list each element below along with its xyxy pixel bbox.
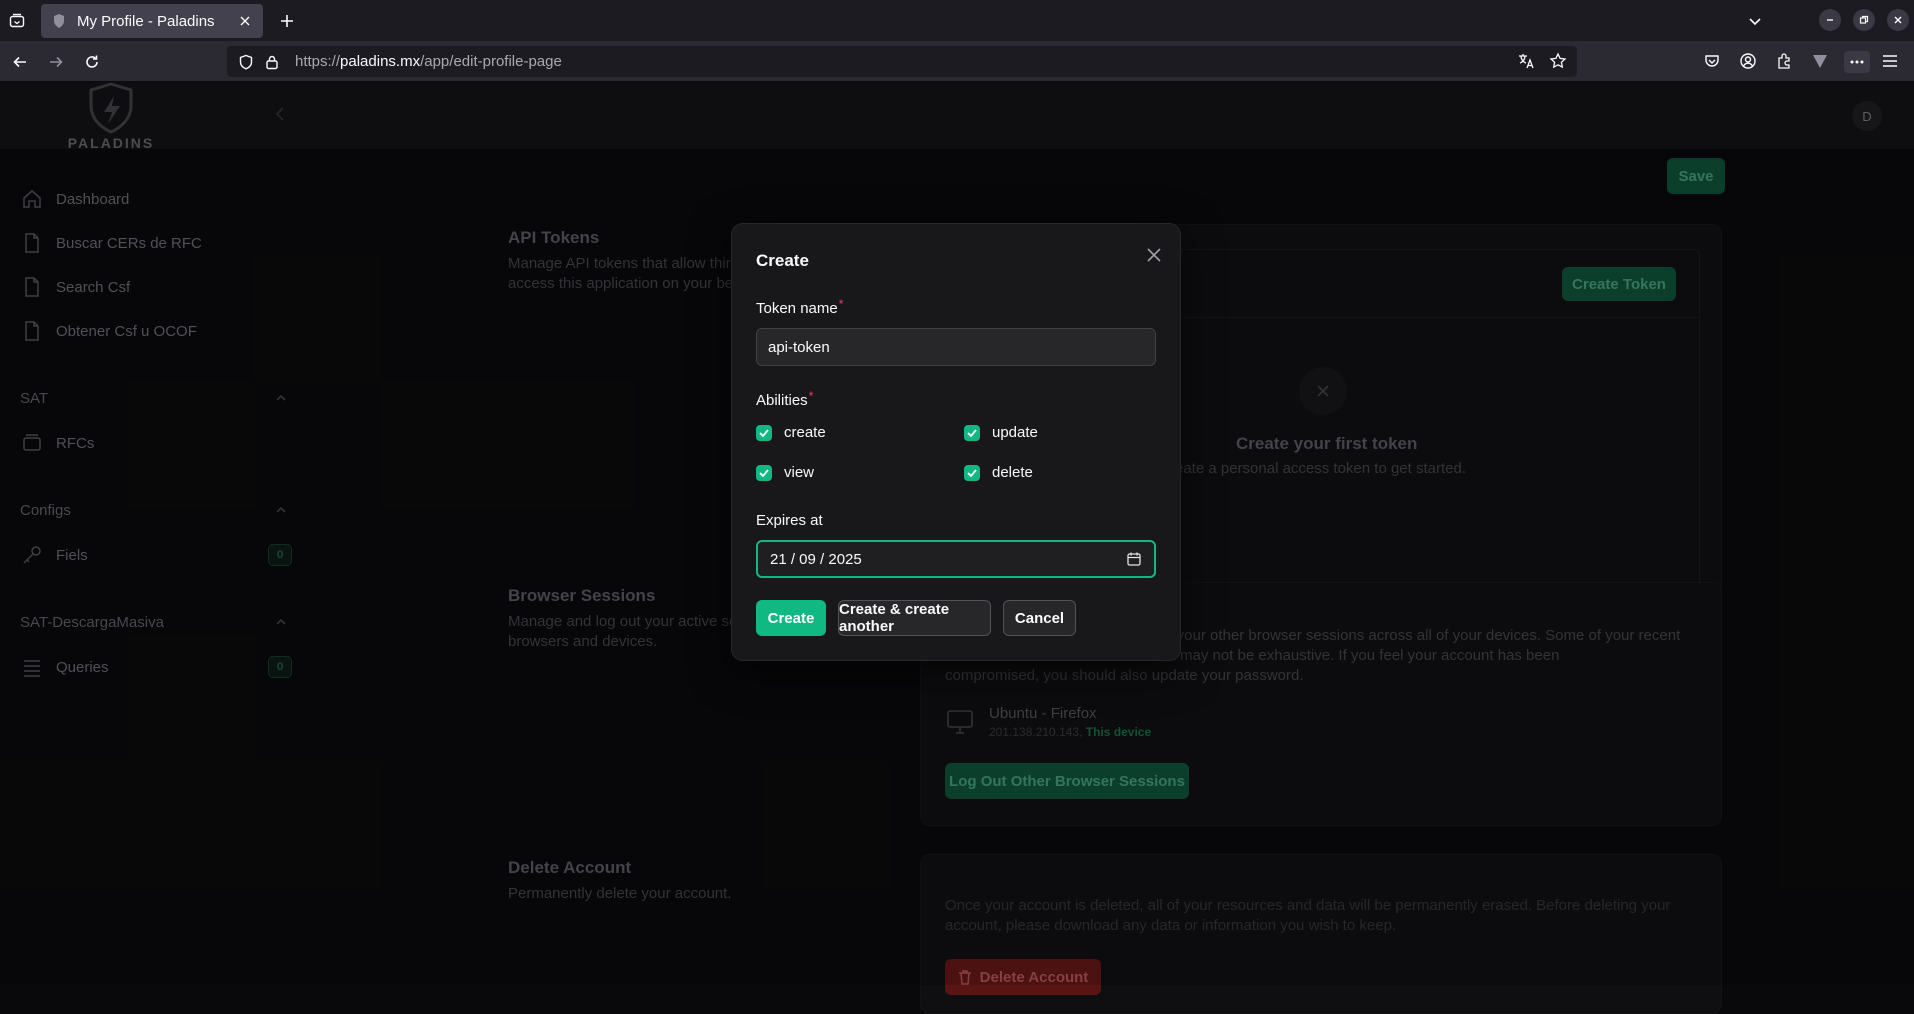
calendar-icon[interactable] <box>1126 551 1142 567</box>
translate-icon[interactable] <box>1517 52 1535 70</box>
overflow-menu-icon[interactable] <box>1844 51 1870 73</box>
create-token-modal: Create Token name* Abilities* create upd… <box>731 223 1181 661</box>
browser-tab-active[interactable]: My Profile - Paladins <box>41 4 263 38</box>
lock-icon[interactable] <box>263 53 281 71</box>
account-icon[interactable] <box>1738 51 1758 71</box>
checkbox-checked-icon <box>756 424 772 441</box>
address-bar[interactable]: https://paladins.mx/app/edit-profile-pag… <box>227 46 1577 77</box>
create-and-create-another-button[interactable]: Create & create another <box>838 600 991 636</box>
tab-title: My Profile - Paladins <box>77 12 215 30</box>
ability-create-checkbox[interactable]: create <box>756 424 826 441</box>
checkbox-checked-icon <box>756 464 772 481</box>
hamburger-menu-icon[interactable] <box>1880 51 1900 71</box>
tab-close-icon[interactable] <box>237 13 253 29</box>
checkbox-checked-icon <box>964 424 980 441</box>
tracking-protection-shield-icon[interactable] <box>237 53 255 71</box>
new-tab-icon[interactable] <box>274 8 300 34</box>
url-text: https://paladins.mx/app/edit-profile-pag… <box>295 53 562 70</box>
browser-nav-bar: https://paladins.mx/app/edit-profile-pag… <box>0 41 1914 82</box>
tab-list-icon[interactable] <box>4 8 30 34</box>
restore-window-icon[interactable] <box>1853 9 1875 31</box>
paladins-favicon-icon <box>51 13 67 29</box>
cancel-button[interactable]: Cancel <box>1003 600 1076 636</box>
pocket-icon[interactable] <box>1702 51 1722 71</box>
browser-tab-bar: My Profile - Paladins <box>0 0 1914 41</box>
create-button[interactable]: Create <box>756 600 826 636</box>
close-icon[interactable] <box>1142 243 1166 267</box>
token-name-label: Token name* <box>756 297 844 317</box>
minimize-window-icon[interactable] <box>1819 9 1841 31</box>
abilities-label: Abilities* <box>756 389 814 409</box>
ability-view-checkbox[interactable]: view <box>756 464 814 481</box>
ability-delete-checkbox[interactable]: delete <box>964 464 1033 481</box>
bookmark-star-icon[interactable] <box>1549 52 1567 70</box>
token-name-input[interactable] <box>756 328 1156 366</box>
close-window-icon[interactable] <box>1887 9 1909 31</box>
reload-icon[interactable] <box>79 49 105 75</box>
expires-at-date-input[interactable]: 21 / 09 / 2025 <box>756 540 1156 578</box>
checkbox-checked-icon <box>964 464 980 481</box>
forward-icon[interactable] <box>43 49 69 75</box>
back-icon[interactable] <box>7 49 33 75</box>
list-all-tabs-icon[interactable] <box>1742 8 1768 34</box>
expires-at-label: Expires at <box>756 512 823 529</box>
vpn-extension-icon[interactable] <box>1810 51 1830 71</box>
extensions-icon[interactable] <box>1774 51 1794 71</box>
modal-title: Create <box>756 251 809 270</box>
ability-update-checkbox[interactable]: update <box>964 424 1038 441</box>
